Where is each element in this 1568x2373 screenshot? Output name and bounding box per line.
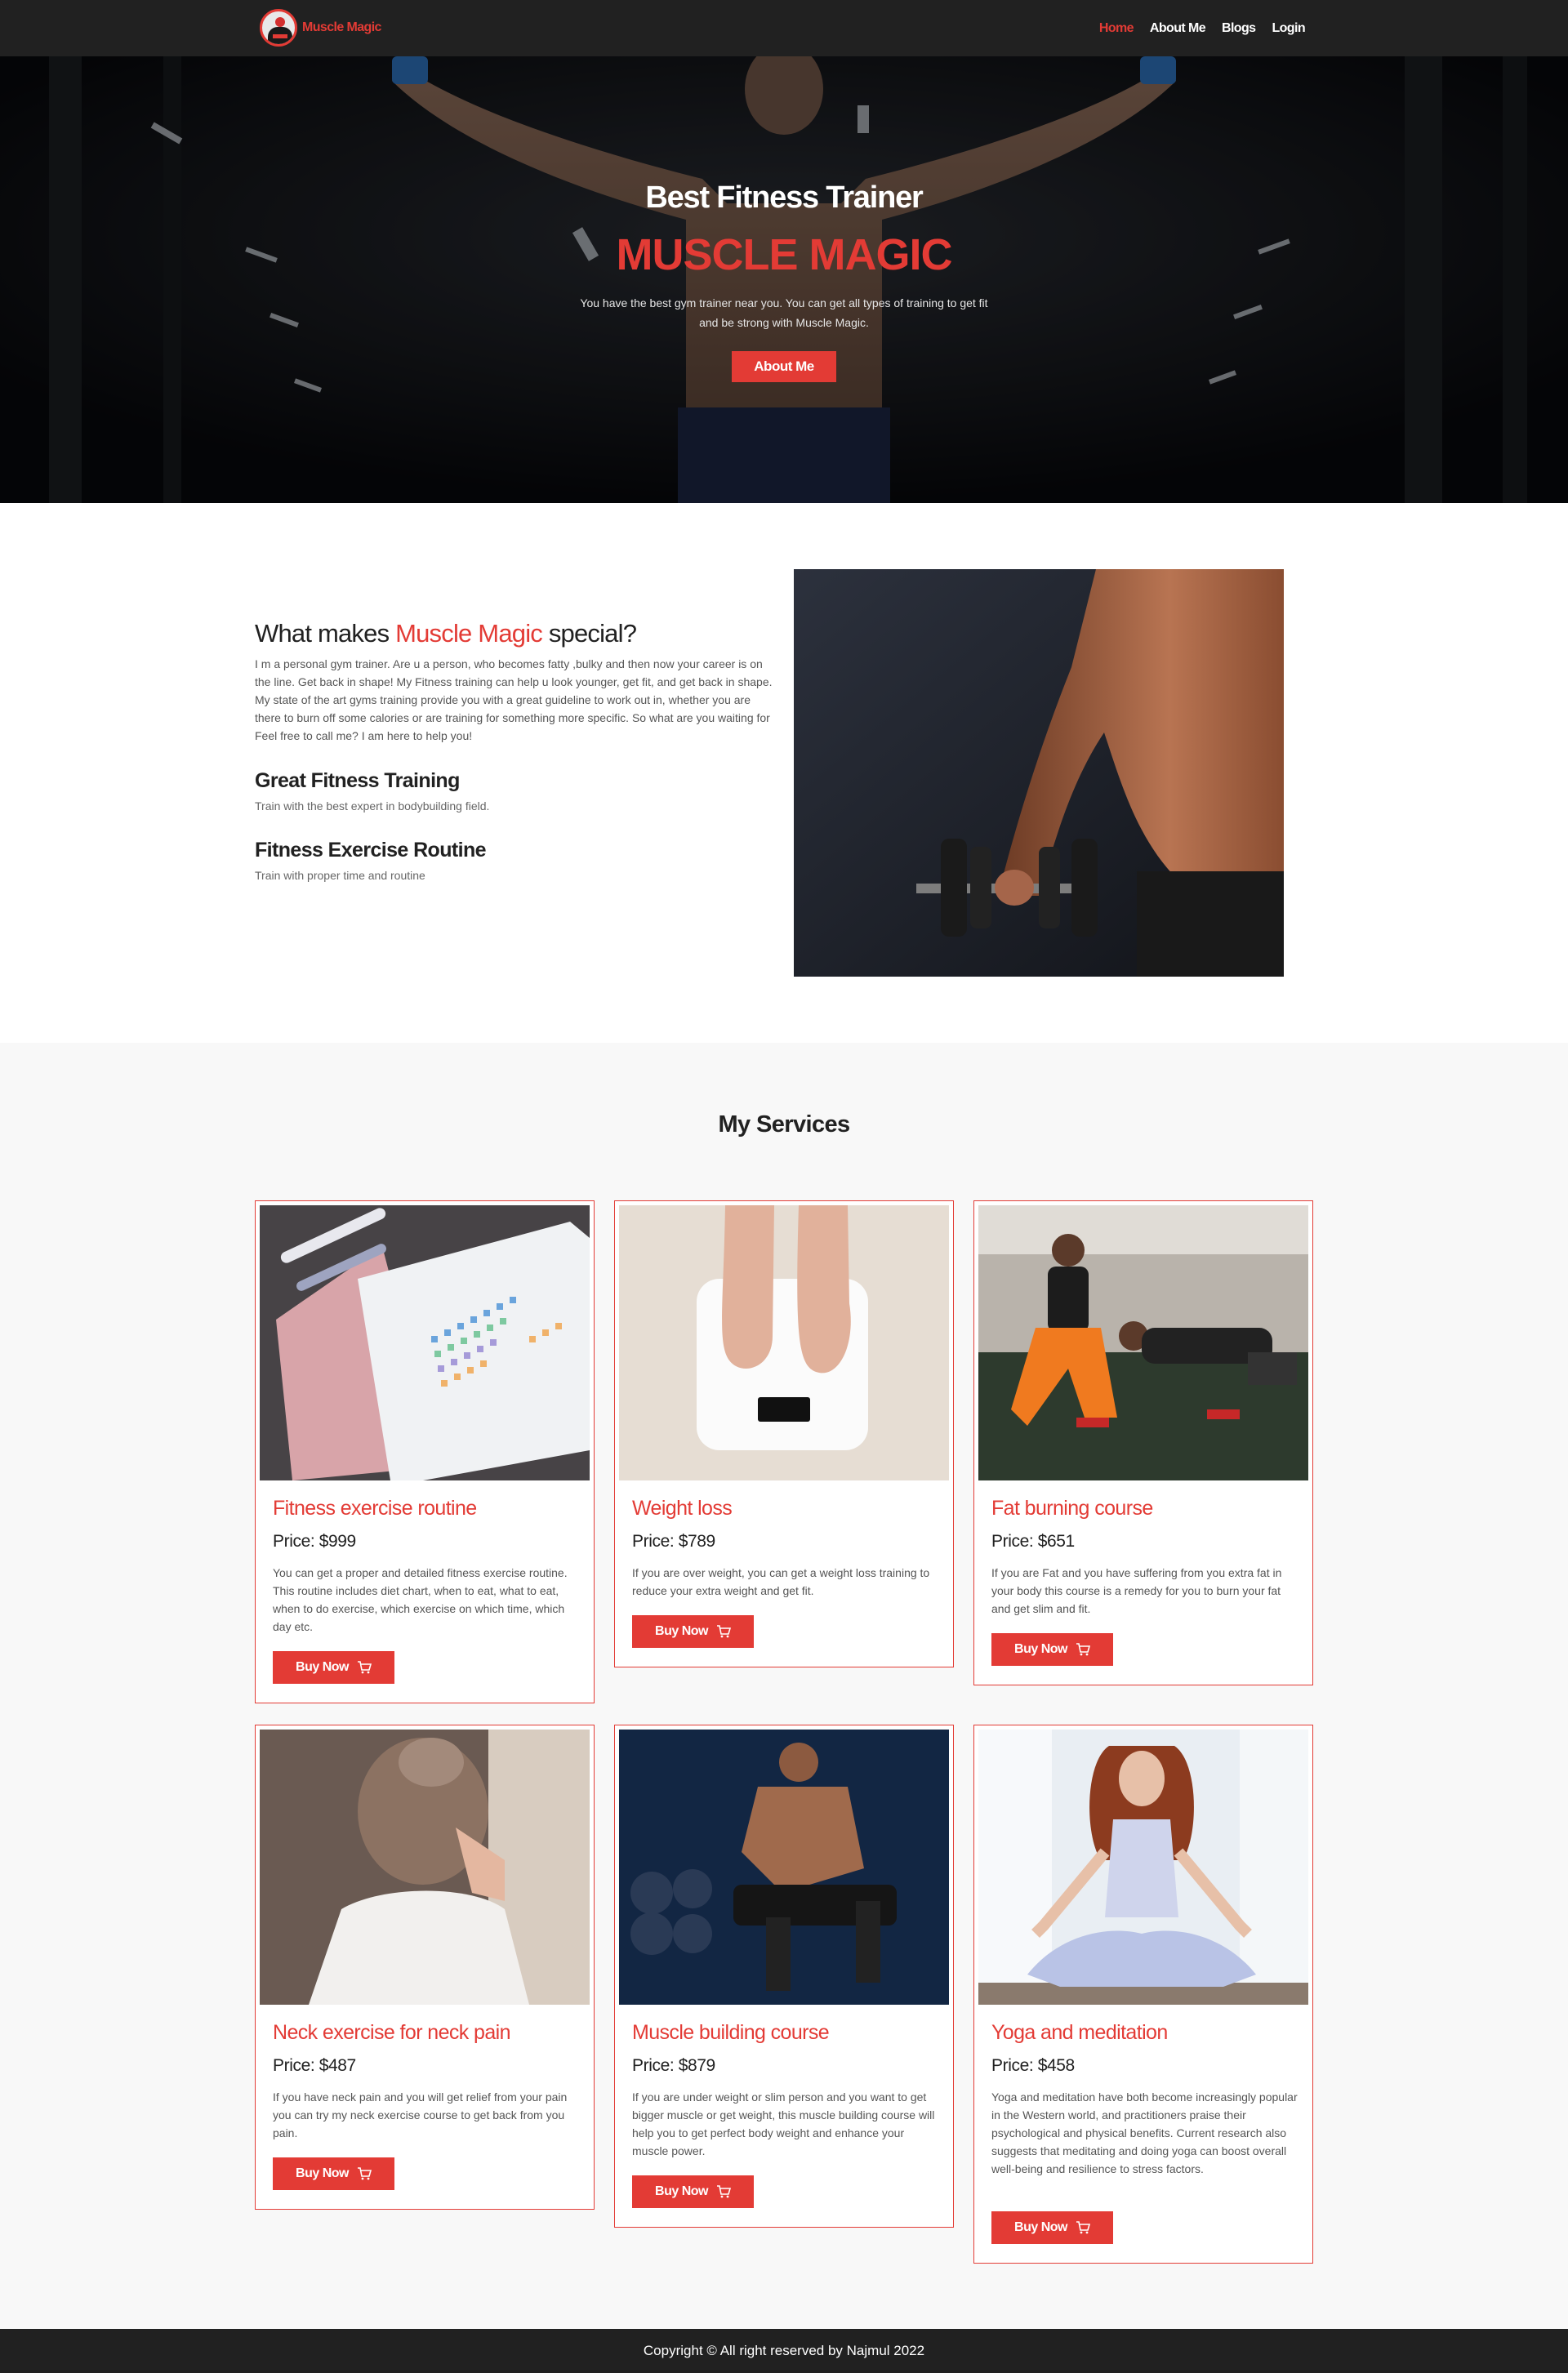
service-description: If you have neck pain and you will get r… <box>273 2090 568 2139</box>
buy-now-label: Buy Now <box>655 2184 708 2198</box>
service-price: Price: $879 <box>632 2056 715 2075</box>
buy-now-button[interactable]: Buy Now <box>273 1651 394 1684</box>
brand-link[interactable]: Muscle Magic <box>260 9 381 47</box>
page-footer: Copyright © All right reserved by Najmul… <box>0 2329 1568 2373</box>
service-title: Muscle building course <box>632 2021 830 2044</box>
service-title: Weight loss <box>632 1497 733 1520</box>
buy-now-label: Buy Now <box>655 1624 708 1638</box>
about-title-suffix: special? <box>542 619 637 648</box>
service-price: Price: $458 <box>991 2056 1075 2075</box>
brand-name: Muscle Magic <box>302 20 381 34</box>
services-heading: My Services <box>718 1111 850 1138</box>
service-price: Price: $789 <box>632 1532 715 1551</box>
feature-title-training: Great Fitness Training <box>255 769 460 792</box>
cart-icon <box>357 2167 372 2180</box>
service-description: You can get a proper and detailed fitnes… <box>273 1566 568 1633</box>
feature-text-training: Train with the best expert in bodybuildi… <box>255 799 490 813</box>
buy-now-label: Buy Now <box>1014 2220 1067 2234</box>
service-price: Price: $651 <box>991 1532 1075 1551</box>
service-image-yoga <box>978 1730 1308 2005</box>
about-title-highlight: Muscle Magic <box>395 619 543 648</box>
buy-now-label: Buy Now <box>296 1660 349 1674</box>
hero-subtitle: Best Fitness Trainer <box>645 180 923 215</box>
hero-banner: Best Fitness Trainer MUSCLE MAGIC You ha… <box>0 56 1568 503</box>
top-navbar: Muscle Magic Home About Me Blogs Login <box>0 0 1568 56</box>
service-price: Price: $999 <box>273 1532 356 1551</box>
buy-now-button[interactable]: Buy Now <box>273 2157 394 2190</box>
service-image-fat-burning <box>978 1205 1308 1480</box>
nav-item-blogs[interactable]: Blogs <box>1222 21 1256 36</box>
cart-icon <box>1076 2221 1090 2234</box>
copyright-text: Copyright © All right reserved by Najmul… <box>643 2343 925 2358</box>
buy-now-button[interactable]: Buy Now <box>632 1615 754 1648</box>
cart-icon <box>1076 1643 1090 1656</box>
service-card-weight-loss: Weight loss Price: $789 If you are over … <box>614 1200 954 1667</box>
hero-description: You have the best gym trainer near you. … <box>580 296 988 329</box>
buy-now-button[interactable]: Buy Now <box>632 2175 754 2208</box>
buy-now-button[interactable]: Buy Now <box>991 2211 1113 2244</box>
service-description: If you are under weight or slim person a… <box>632 2090 935 2157</box>
service-image-fitness-routine <box>260 1205 590 1480</box>
cart-icon <box>357 1661 372 1674</box>
service-description: If you are over weight, you can get a we… <box>632 1566 930 1597</box>
service-card-fitness-routine: Fitness exercise routine Price: $999 You… <box>255 1200 595 1703</box>
bodybuilder-logo-icon <box>260 9 297 47</box>
about-section: What makes Muscle Magic special? I m a p… <box>0 503 1568 1043</box>
service-card-fat-burning: Fat burning course Price: $651 If you ar… <box>973 1200 1313 1685</box>
service-image-neck-exercise <box>260 1730 590 2005</box>
service-description: Yoga and meditation have both become inc… <box>991 2090 1298 2175</box>
service-image-weight-loss <box>619 1205 949 1480</box>
nav-item-login[interactable]: Login <box>1272 21 1305 36</box>
nav-item-about-me[interactable]: About Me <box>1150 21 1206 36</box>
service-description: If you are Fat and you have suffering fr… <box>991 1566 1282 1615</box>
service-card-neck-exercise: Neck exercise for neck pain Price: $487 … <box>255 1725 595 2210</box>
nav-menu: Home About Me Blogs Login <box>1099 0 1306 56</box>
service-title: Yoga and meditation <box>991 2021 1168 2044</box>
service-card-yoga: Yoga and meditation Price: $458 Yoga and… <box>973 1725 1313 2264</box>
about-text-column: What makes Muscle Magic special? I m a p… <box>255 619 774 882</box>
cart-icon <box>716 2185 731 2198</box>
feature-title-routine: Fitness Exercise Routine <box>255 839 487 861</box>
buy-now-button[interactable]: Buy Now <box>991 1633 1113 1666</box>
service-image-muscle-building <box>619 1730 949 2005</box>
service-price: Price: $487 <box>273 2056 356 2075</box>
cart-icon <box>716 1625 731 1638</box>
service-card-muscle-building: Muscle building course Price: $879 If yo… <box>614 1725 954 2228</box>
services-section: My Services Fitness exercise routine Pri… <box>0 1043 1568 2329</box>
feature-text-routine: Train with proper time and routine <box>255 869 425 882</box>
service-title: Neck exercise for neck pain <box>273 2021 510 2044</box>
about-title: What makes Muscle Magic special? <box>255 619 774 648</box>
buy-now-label: Buy Now <box>1014 1642 1067 1656</box>
hero-title: MUSCLE MAGIC <box>616 230 953 279</box>
service-title: Fitness exercise routine <box>273 1497 477 1520</box>
buy-now-label: Buy Now <box>296 2166 349 2180</box>
trainer-dumbbell-image <box>794 569 1284 977</box>
about-title-prefix: What makes <box>255 619 396 648</box>
about-paragraph: I m a personal gym trainer. Are u a pers… <box>255 657 773 742</box>
about-me-button[interactable]: About Me <box>732 351 836 382</box>
service-title: Fat burning course <box>991 1497 1153 1520</box>
nav-item-home[interactable]: Home <box>1099 21 1134 36</box>
